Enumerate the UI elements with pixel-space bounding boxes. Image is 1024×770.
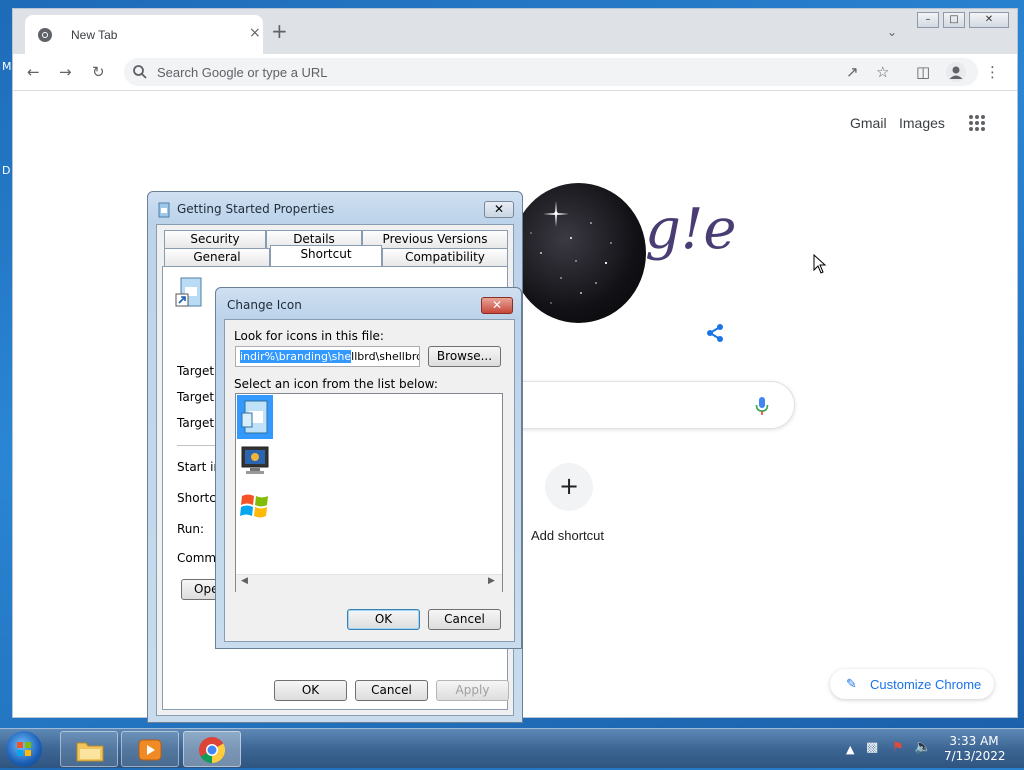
omnibox[interactable]: Search Google or type a URL ↗ ☆ [124, 58, 978, 86]
getting-started-large-icon [241, 400, 268, 434]
properties-cancel-button[interactable]: Cancel [355, 680, 428, 701]
desktop-icon-label: M [2, 60, 12, 73]
chrome-icon [199, 737, 226, 764]
chrome-favicon-icon [38, 28, 52, 42]
start-button[interactable] [6, 731, 42, 767]
taskbar-media-player[interactable] [121, 731, 179, 767]
google-doodle-image[interactable] [511, 183, 646, 323]
tab-strip: New Tab × + ⌄ – □ ✕ [13, 9, 1017, 54]
taskbar-chrome[interactable] [183, 731, 241, 767]
customize-chrome-label: Customize Chrome [870, 677, 982, 692]
tab-previous-versions[interactable]: Previous Versions [362, 230, 508, 248]
tab-title: New Tab [71, 28, 118, 42]
look-for-icons-label: Look for icons in this file: [234, 329, 384, 343]
omnibox-placeholder: Search Google or type a URL [157, 65, 328, 80]
ntp-search-box[interactable] [483, 381, 795, 429]
media-player-icon [138, 739, 162, 761]
network-icon[interactable]: ▩ [866, 740, 878, 755]
search-icon [133, 65, 147, 79]
menu-kebab-icon[interactable]: ⋮ [985, 63, 1000, 81]
change-icon-title: Change Icon [227, 298, 302, 312]
icon-option-windows-logo[interactable] [237, 486, 273, 526]
microphone-icon[interactable] [755, 397, 769, 415]
clock-date: 7/13/2022 [944, 749, 1006, 763]
monitor-icon [241, 446, 269, 474]
close-window-button[interactable]: ✕ [969, 12, 1009, 28]
action-center-flag-icon[interactable]: ⚑ [892, 740, 904, 755]
apps-grid-icon[interactable] [968, 114, 986, 132]
properties-apply-button[interactable]: Apply [436, 680, 509, 701]
taskbar-clock[interactable]: 3:33 AM 7/13/2022 [944, 734, 1006, 764]
share-doodle-icon[interactable] [705, 323, 725, 343]
browser-toolbar: ← → ↻ Search Google or type a URL ↗ ☆ ◫ … [13, 54, 1017, 91]
change-icon-dialog: Change Icon ✕ Look for icons in this fil… [215, 287, 522, 649]
icon-file-path-input[interactable]: indir%\branding\shellbrd\shellbrd.dll [235, 346, 420, 367]
tray-overflow-arrow-icon[interactable]: ▲ [846, 743, 854, 756]
icon-option-monitor[interactable] [237, 442, 273, 482]
change-icon-cancel-button[interactable]: Cancel [428, 609, 501, 630]
change-icon-ok-button[interactable]: OK [347, 609, 420, 630]
add-shortcut-label: Add shortcut [531, 528, 604, 543]
tab-security[interactable]: Security [164, 230, 266, 248]
scroll-left-arrow-icon[interactable]: ◀ [241, 576, 248, 586]
profile-avatar-icon[interactable] [946, 62, 966, 82]
maximize-button[interactable]: □ [943, 12, 965, 28]
images-link[interactable]: Images [899, 115, 945, 131]
tab-search-chevron-icon[interactable]: ⌄ [887, 25, 897, 39]
tab-new-tab[interactable]: New Tab × [25, 15, 263, 54]
properties-ok-button[interactable]: OK [274, 680, 347, 701]
tab-shortcut[interactable]: Shortcut [270, 245, 382, 266]
getting-started-icon [158, 202, 170, 218]
add-shortcut-button[interactable]: + [545, 463, 593, 511]
minimize-button[interactable]: – [917, 12, 939, 28]
volume-icon[interactable]: 🔈 [914, 739, 931, 755]
back-arrow-icon[interactable]: ← [27, 63, 40, 81]
clock-time: 3:33 AM [949, 734, 999, 748]
reload-icon[interactable]: ↻ [92, 63, 105, 81]
select-icon-label: Select an icon from the list below: [234, 377, 438, 391]
share-page-icon[interactable]: ↗ [846, 63, 859, 81]
tab-general[interactable]: General [164, 248, 270, 266]
new-tab-button[interactable]: + [271, 21, 288, 41]
file-path-selected-text: indir%\branding\she [240, 350, 352, 363]
file-path-remaining-text: llbrd\shellbrd.dll [351, 350, 419, 363]
forward-arrow-icon[interactable]: → [59, 63, 72, 81]
mouse-cursor-icon [813, 254, 827, 274]
customize-chrome-button[interactable]: ✎ Customize Chrome [830, 669, 994, 699]
target-label: Target: [177, 416, 219, 430]
run-label: Run: [177, 522, 205, 536]
change-icon-body: Look for icons in this file: indir%\bran… [224, 319, 515, 642]
gmail-link[interactable]: Gmail [850, 115, 887, 131]
scroll-right-arrow-icon[interactable]: ▶ [488, 576, 495, 586]
pencil-icon: ✎ [846, 677, 857, 692]
windows-start-icon [17, 742, 31, 756]
change-icon-close-button[interactable]: ✕ [481, 297, 513, 314]
desktop-icon-label: D [2, 164, 11, 177]
icon-list-scrollbar[interactable]: ◀ ▶ [236, 574, 502, 592]
tab-close-icon[interactable]: × [249, 25, 261, 41]
doodle-letters-image: g!e [645, 197, 737, 262]
icon-option-selected[interactable] [237, 395, 273, 439]
browse-button[interactable]: Browse... [428, 346, 501, 367]
taskbar: ▲ ▩ ⚑ 🔈 3:33 AM 7/13/2022 [0, 728, 1024, 768]
folder-icon [76, 742, 104, 762]
taskbar-explorer[interactable] [60, 731, 118, 767]
bookmark-star-icon[interactable]: ☆ [876, 63, 889, 81]
icon-list[interactable]: ◀ ▶ [235, 393, 503, 592]
shortcut-file-icon [175, 277, 202, 307]
side-panel-icon[interactable]: ◫ [916, 63, 930, 81]
properties-close-button[interactable]: ✕ [484, 201, 514, 218]
properties-dialog-title: Getting Started Properties [177, 202, 335, 216]
tab-compatibility[interactable]: Compatibility [382, 248, 508, 266]
windows-logo-icon [240, 494, 268, 518]
